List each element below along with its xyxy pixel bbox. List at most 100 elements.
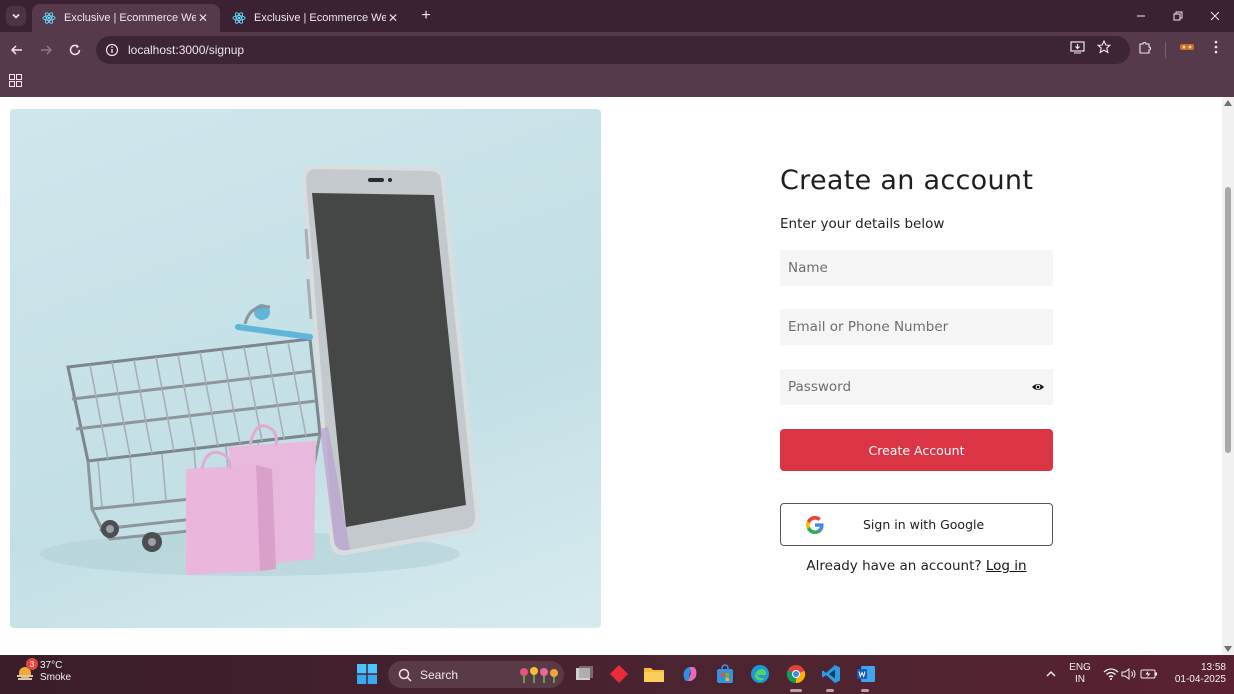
apps-grid-icon[interactable] xyxy=(9,74,23,88)
battery-charging-icon xyxy=(1140,669,1157,679)
browser-menu-button[interactable] xyxy=(1207,38,1225,56)
more-vert-icon xyxy=(1214,40,1218,54)
edge-button[interactable] xyxy=(749,663,771,685)
tab-inactive[interactable]: Exclusive | Ecommerce Website ✕ xyxy=(222,4,410,32)
minimize-button[interactable] xyxy=(1130,6,1152,26)
speaker-icon xyxy=(1121,668,1136,680)
weather-badge: 3 xyxy=(26,658,38,670)
scroll-down-icon[interactable] xyxy=(1224,646,1232,652)
weather-condition: Smoke xyxy=(40,672,72,683)
create-account-button[interactable]: Create Account xyxy=(780,429,1053,471)
hero-image xyxy=(10,109,601,628)
login-prompt-row: Already have an account? Log in xyxy=(780,558,1053,574)
language-code: ENG xyxy=(1069,662,1091,673)
arrow-left-icon xyxy=(10,45,22,55)
close-window-button[interactable] xyxy=(1204,6,1226,26)
name-field xyxy=(780,250,1053,286)
app-icon-red[interactable] xyxy=(608,663,630,685)
chrome-running-indicator xyxy=(790,689,802,692)
taskbar: 3 37°C Smoke Search ENG IN 13:58 01-04-2… xyxy=(0,655,1234,694)
file-explorer-button[interactable] xyxy=(643,663,665,685)
volume-status[interactable] xyxy=(1118,663,1140,685)
google-icon xyxy=(806,515,824,534)
toolbar-divider xyxy=(1165,42,1166,58)
search-label: Search xyxy=(420,667,459,682)
back-button[interactable] xyxy=(8,41,26,59)
store-button[interactable] xyxy=(714,663,736,685)
close-icon[interactable]: ✕ xyxy=(196,11,210,25)
react-icon xyxy=(42,12,56,24)
signup-page: Create an account Enter your details bel… xyxy=(0,97,1222,655)
vscode-button[interactable] xyxy=(820,663,842,685)
site-info-icon[interactable] xyxy=(104,42,120,58)
install-icon xyxy=(1069,41,1085,54)
bookmarks-bar xyxy=(0,68,1234,97)
taskbar-search[interactable]: Search xyxy=(388,661,564,688)
email-input[interactable] xyxy=(780,309,1053,345)
tab-active[interactable]: Exclusive | Ecommerce Website ✕ xyxy=(32,4,220,32)
email-field xyxy=(780,309,1053,345)
vscode-icon xyxy=(822,665,840,683)
avatar-icon xyxy=(1180,44,1194,50)
page-scrollbar[interactable] xyxy=(1222,97,1234,655)
language-indicator[interactable]: ENG IN xyxy=(1066,662,1094,686)
forward-button[interactable] xyxy=(37,41,55,59)
close-icon[interactable]: ✕ xyxy=(386,11,400,25)
chrome-icon xyxy=(786,665,806,684)
arrow-right-icon xyxy=(41,45,53,55)
eye-icon[interactable] xyxy=(1031,380,1045,394)
restore-icon xyxy=(1173,11,1183,21)
name-input[interactable] xyxy=(780,250,1053,286)
chevron-down-icon xyxy=(12,13,20,19)
reload-button[interactable] xyxy=(66,41,84,59)
login-prompt-text: Already have an account? xyxy=(806,558,982,574)
word-icon xyxy=(857,666,875,682)
bookmark-button[interactable] xyxy=(1095,38,1113,56)
start-button[interactable] xyxy=(356,663,378,685)
folder-icon xyxy=(644,668,664,682)
task-view-icon xyxy=(576,666,593,680)
browser-toolbar: localhost:3000/signup xyxy=(0,32,1234,68)
scrollbar-thumb[interactable] xyxy=(1225,187,1231,453)
tab-search-button[interactable] xyxy=(6,6,26,26)
chrome-button[interactable] xyxy=(785,663,807,685)
google-signin-button[interactable]: Sign in with Google xyxy=(780,503,1053,546)
puzzle-icon xyxy=(1139,42,1151,54)
tab-title: Exclusive | Ecommerce Website xyxy=(254,12,386,24)
address-bar[interactable]: localhost:3000/signup xyxy=(96,36,1130,64)
edge-icon xyxy=(751,665,769,683)
weather-text: 37°C Smoke xyxy=(40,660,71,684)
extensions-button[interactable] xyxy=(1136,38,1154,56)
scroll-up-icon[interactable] xyxy=(1224,100,1232,106)
copilot-icon xyxy=(683,667,697,681)
reload-icon xyxy=(69,44,81,56)
word-running-indicator xyxy=(861,689,869,692)
password-input[interactable] xyxy=(780,369,1053,405)
close-icon xyxy=(1210,11,1220,21)
clock[interactable]: 13:58 01-04-2025 xyxy=(1162,662,1226,686)
show-hidden-icons-button[interactable] xyxy=(1040,663,1062,685)
password-field xyxy=(780,369,1053,405)
install-app-button[interactable] xyxy=(1068,38,1086,56)
page-title: Create an account xyxy=(780,165,1034,196)
battery-status[interactable] xyxy=(1138,663,1160,685)
word-button[interactable] xyxy=(855,663,877,685)
new-tab-button[interactable]: + xyxy=(416,7,436,25)
tulips-icon xyxy=(520,666,558,683)
form-subtitle: Enter your details below xyxy=(780,216,945,232)
weather-widget[interactable]: 3 37°C Smoke xyxy=(14,658,71,684)
react-icon xyxy=(232,12,246,24)
temperature: 37°C xyxy=(40,660,63,671)
profile-avatar[interactable] xyxy=(1178,38,1196,56)
vscode-running-indicator xyxy=(826,689,834,692)
tab-title: Exclusive | Ecommerce Website xyxy=(64,12,196,24)
copilot-button[interactable] xyxy=(679,663,701,685)
restore-button[interactable] xyxy=(1167,6,1189,26)
store-icon xyxy=(717,664,733,683)
weather-icon: 3 xyxy=(14,658,38,683)
star-icon xyxy=(1097,40,1111,54)
cart-phone-illustration xyxy=(40,165,481,576)
task-view-button[interactable] xyxy=(573,663,595,685)
login-link[interactable]: Log in xyxy=(986,558,1027,574)
region-code: IN xyxy=(1075,674,1085,685)
